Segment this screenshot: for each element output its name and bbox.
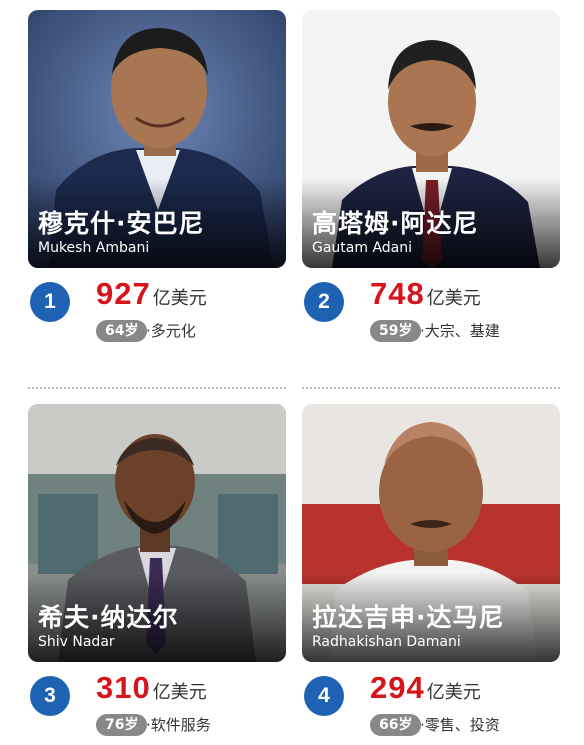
name-english: Gautam Adani bbox=[312, 240, 413, 256]
net-worth: 294 亿美元 bbox=[370, 670, 481, 706]
name-chinese: 希夫·纳达尔 bbox=[38, 603, 179, 632]
industry-label: ·多元化 bbox=[146, 322, 196, 340]
net-worth-value: 748 bbox=[370, 276, 425, 311]
name-chinese: 穆克什·安巴尼 bbox=[38, 209, 205, 238]
rank-badge: 1 bbox=[30, 282, 70, 322]
industry-label: ·软件服务 bbox=[146, 716, 211, 734]
rank-badge: 2 bbox=[304, 282, 344, 322]
net-worth-unit: 亿美元 bbox=[426, 682, 481, 703]
portrait-photo-1: 穆克什·安巴尼 Mukesh Ambani bbox=[28, 10, 286, 268]
section-divider-left bbox=[28, 387, 286, 389]
industry-label: ·零售、投资 bbox=[420, 716, 500, 734]
name-english: Shiv Nadar bbox=[38, 634, 115, 650]
net-worth-unit: 亿美元 bbox=[152, 682, 207, 703]
name-english: Radhakishan Damani bbox=[312, 634, 461, 650]
industry-label: ·大宗、基建 bbox=[420, 322, 500, 340]
age-pill: 76岁 bbox=[96, 714, 148, 736]
age-pill: 66岁 bbox=[370, 714, 422, 736]
net-worth-value: 294 bbox=[370, 670, 425, 705]
net-worth: 310 亿美元 bbox=[96, 670, 207, 706]
net-worth-value: 310 bbox=[96, 670, 151, 705]
name-chinese: 高塔姆·阿达尼 bbox=[312, 209, 479, 238]
portrait-photo-4: 拉达吉申·达马尼 Radhakishan Damani bbox=[302, 404, 560, 662]
rank-badge: 3 bbox=[30, 676, 70, 716]
age-pill: 64岁 bbox=[96, 320, 148, 342]
age-pill: 59岁 bbox=[370, 320, 422, 342]
portrait-photo-2: 高塔姆·阿达尼 Gautam Adani bbox=[302, 10, 560, 268]
portrait-photo-3: 希夫·纳达尔 Shiv Nadar bbox=[28, 404, 286, 662]
net-worth: 927 亿美元 bbox=[96, 276, 207, 312]
net-worth-unit: 亿美元 bbox=[152, 288, 207, 309]
net-worth: 748 亿美元 bbox=[370, 276, 481, 312]
section-divider-right bbox=[302, 387, 560, 389]
name-english: Mukesh Ambani bbox=[38, 240, 150, 256]
net-worth-value: 927 bbox=[96, 276, 151, 311]
rank-badge: 4 bbox=[304, 676, 344, 716]
name-chinese: 拉达吉申·达马尼 bbox=[312, 603, 505, 632]
net-worth-unit: 亿美元 bbox=[426, 288, 481, 309]
